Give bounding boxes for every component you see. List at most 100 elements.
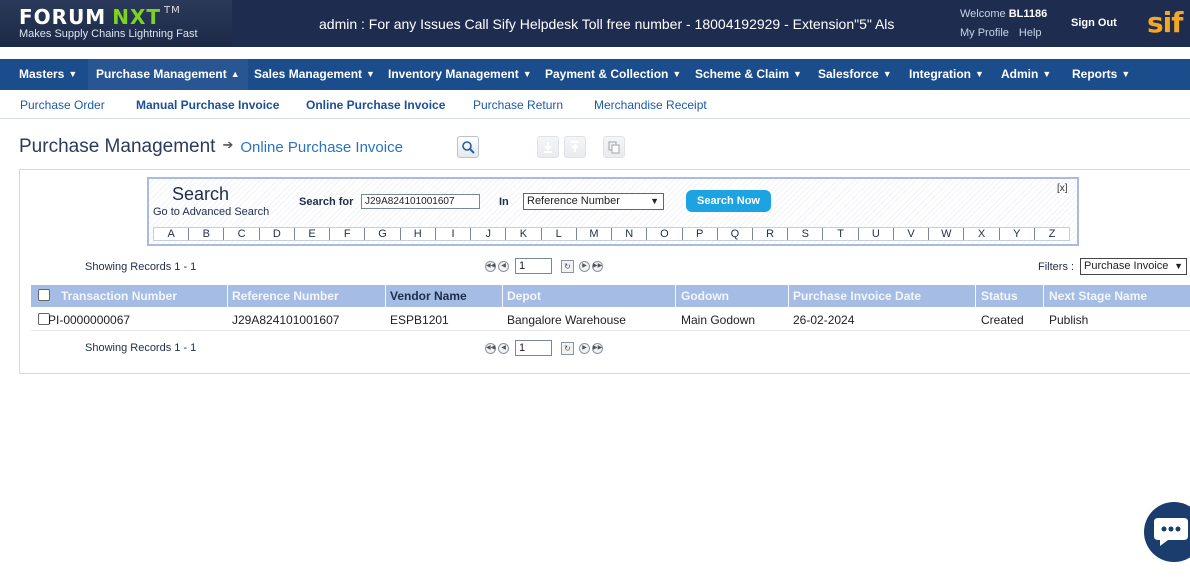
pager-bottom: ◀◀ ◀ 1 ↻ ▶ ▶▶ bbox=[485, 340, 603, 356]
alpha-letter[interactable]: T bbox=[823, 228, 859, 240]
cell-transaction-number[interactable]: PI-0000000067 bbox=[48, 313, 130, 327]
cell-reference-number: J29A824101001607 bbox=[232, 313, 340, 327]
alpha-letter[interactable]: I bbox=[436, 228, 472, 240]
search-now-button[interactable]: Search Now bbox=[686, 190, 771, 212]
records-count-bottom: Showing Records 1 - 1 bbox=[85, 342, 197, 354]
search-input[interactable] bbox=[361, 194, 480, 209]
help-link[interactable]: Help bbox=[1019, 27, 1042, 39]
prev-page-icon[interactable]: ◀ bbox=[498, 260, 509, 272]
col-vendor-name[interactable]: Vendor Name bbox=[390, 289, 467, 303]
table-row[interactable]: PI-0000000067 J29A824101001607 ESPB1201 … bbox=[31, 309, 1190, 331]
forum-nxt-logo[interactable]: FORUM NXT TM Makes Supply Chains Lightning… bbox=[0, 0, 232, 47]
search-toggle-button[interactable] bbox=[457, 136, 479, 158]
next-page-icon[interactable]: ▶ bbox=[579, 342, 590, 354]
chevron-up-icon: ▲ bbox=[230, 69, 240, 79]
breadcrumb-current: Online Purchase Invoice bbox=[240, 139, 403, 156]
first-page-icon[interactable]: ◀◀ bbox=[485, 260, 496, 272]
alpha-letter[interactable]: D bbox=[260, 228, 295, 240]
next-page-icon[interactable]: ▶ bbox=[579, 260, 590, 272]
page-number-input[interactable]: 1 bbox=[515, 258, 552, 274]
page-number-input[interactable]: 1 bbox=[515, 340, 552, 356]
chevron-down-icon: ▼ bbox=[650, 196, 659, 206]
filter-select[interactable]: Purchase Invoice ▼ bbox=[1080, 258, 1187, 275]
first-page-icon[interactable]: ◀◀ bbox=[485, 342, 496, 354]
alpha-letter[interactable]: H bbox=[401, 228, 436, 240]
alpha-letter[interactable]: P bbox=[683, 228, 718, 240]
alpha-letter[interactable]: Q bbox=[718, 228, 753, 240]
subnav-purchase-return[interactable]: Purchase Return bbox=[473, 98, 563, 112]
alpha-letter[interactable]: A bbox=[154, 228, 190, 240]
subnav-manual-purchase-invoice[interactable]: Manual Purchase Invoice bbox=[136, 98, 279, 112]
last-page-icon[interactable]: ▶▶ bbox=[592, 342, 603, 354]
upload-button[interactable] bbox=[564, 136, 586, 158]
alpha-letter[interactable]: J bbox=[471, 228, 507, 240]
alpha-letter[interactable]: Y bbox=[1000, 228, 1035, 240]
alpha-letter[interactable]: K bbox=[506, 228, 542, 240]
sify-logo: sif bbox=[1147, 6, 1183, 39]
alpha-letter[interactable]: V bbox=[894, 228, 930, 240]
copy-button[interactable] bbox=[603, 136, 625, 158]
go-page-icon[interactable]: ↻ bbox=[561, 341, 574, 355]
col-transaction-number[interactable]: Transaction Number bbox=[61, 289, 177, 303]
nav-integration[interactable]: Integration ▼ bbox=[909, 59, 984, 90]
sign-out-link[interactable]: Sign Out bbox=[1071, 17, 1117, 29]
alpha-letter[interactable]: R bbox=[753, 228, 789, 240]
nav-inventory-management[interactable]: Inventory Management ▼ bbox=[388, 59, 532, 90]
alpha-letter[interactable]: X bbox=[964, 228, 1000, 240]
cell-vendor-name: ESPB1201 bbox=[390, 313, 449, 327]
alpha-letter[interactable]: O bbox=[647, 228, 683, 240]
col-next-stage-name[interactable]: Next Stage Name bbox=[1049, 289, 1147, 303]
alpha-letter[interactable]: F bbox=[330, 228, 366, 240]
alpha-letter[interactable]: B bbox=[189, 228, 225, 240]
nav-payment-collection[interactable]: Payment & Collection ▼ bbox=[545, 59, 681, 90]
alpha-letter[interactable]: M bbox=[577, 228, 613, 240]
subnav-purchase-order[interactable]: Purchase Order bbox=[20, 98, 105, 112]
copy-icon bbox=[608, 141, 620, 154]
alpha-letter[interactable]: L bbox=[542, 228, 577, 240]
alpha-letter[interactable]: G bbox=[365, 228, 401, 240]
prev-page-icon[interactable]: ◀ bbox=[498, 342, 509, 354]
chevron-down-icon: ▼ bbox=[882, 69, 892, 79]
advanced-search-link[interactable]: Go to Advanced Search bbox=[153, 206, 269, 218]
nav-scheme-claim[interactable]: Scheme & Claim ▼ bbox=[695, 59, 802, 90]
chevron-down-icon: ▼ bbox=[975, 69, 984, 79]
alpha-letter[interactable]: U bbox=[859, 228, 894, 240]
search-title: Search bbox=[172, 184, 230, 204]
col-reference-number[interactable]: Reference Number bbox=[232, 289, 339, 303]
chevron-down-icon: ▼ bbox=[366, 69, 375, 79]
profile-links: My Profile Help bbox=[960, 27, 1052, 39]
alpha-letter[interactable]: E bbox=[295, 228, 331, 240]
chevron-down-icon: ▼ bbox=[1174, 261, 1183, 271]
my-profile-link[interactable]: My Profile bbox=[960, 27, 1009, 39]
last-page-icon[interactable]: ▶▶ bbox=[592, 260, 603, 272]
alpha-letter[interactable]: Z bbox=[1035, 228, 1069, 240]
subnav-merchandise-receipt[interactable]: Merchandise Receipt bbox=[594, 98, 707, 112]
select-all-checkbox[interactable] bbox=[38, 289, 50, 301]
col-godown[interactable]: Godown bbox=[681, 289, 729, 303]
alpha-letter[interactable]: N bbox=[612, 228, 648, 240]
chevron-down-icon: ▼ bbox=[1042, 69, 1052, 79]
chevron-down-icon: ▼ bbox=[672, 69, 682, 79]
col-depot[interactable]: Depot bbox=[507, 289, 541, 303]
alpha-letter[interactable]: W bbox=[929, 228, 965, 240]
col-status[interactable]: Status bbox=[981, 289, 1018, 303]
nav-sales-management[interactable]: Sales Management ▼ bbox=[254, 59, 375, 90]
col-purchase-invoice-date[interactable]: Purchase Invoice Date bbox=[793, 289, 921, 303]
chat-widget-button[interactable] bbox=[1144, 502, 1190, 562]
upload-icon bbox=[571, 141, 579, 152]
alpha-letter[interactable]: C bbox=[224, 228, 260, 240]
col-separator bbox=[385, 285, 386, 307]
close-search-button[interactable]: [x] bbox=[1057, 183, 1068, 194]
nav-admin[interactable]: Admin ▼ bbox=[1001, 59, 1051, 90]
go-page-icon[interactable]: ↻ bbox=[561, 259, 574, 273]
subnav-online-purchase-invoice[interactable]: Online Purchase Invoice bbox=[306, 98, 445, 112]
nav-reports[interactable]: Reports ▼ bbox=[1072, 59, 1130, 90]
logo-text: FORUM bbox=[19, 5, 107, 29]
search-field-select[interactable]: Reference Number ▼ bbox=[523, 193, 664, 210]
download-button[interactable] bbox=[537, 136, 559, 158]
nav-salesforce[interactable]: Salesforce ▼ bbox=[818, 59, 892, 90]
alpha-letter[interactable]: S bbox=[788, 228, 824, 240]
nav-purchase-management[interactable]: Purchase Management ▲ bbox=[88, 59, 248, 90]
col-separator bbox=[975, 285, 976, 307]
nav-masters[interactable]: Masters ▼ bbox=[19, 59, 77, 90]
